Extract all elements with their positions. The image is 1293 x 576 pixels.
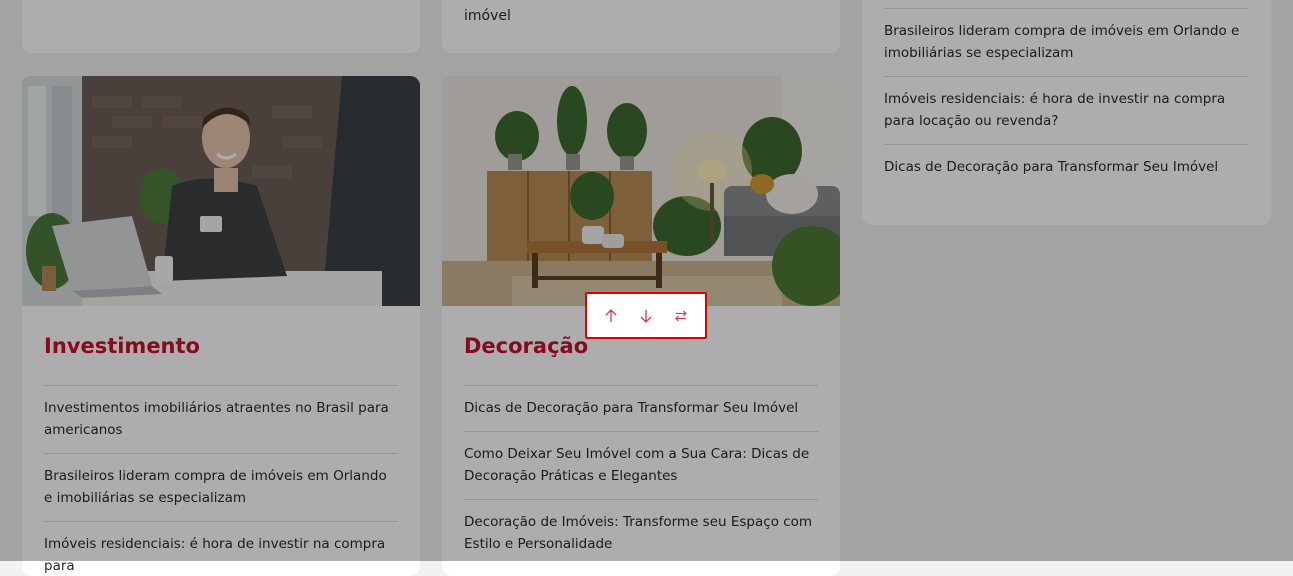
arrow-down-icon: [640, 309, 652, 323]
article-link-text[interactable]: Decoração de Imóveis: Transforme seu Esp…: [464, 514, 812, 552]
investimento-photo[interactable]: [22, 76, 420, 306]
category-title[interactable]: Decoração: [464, 334, 588, 358]
article-card-top-middle: imóvel: [442, 0, 840, 53]
category-article-link[interactable]: Imóveis residenciais: é hora de investir…: [44, 521, 398, 576]
category-card-investimento: Investimento Investimentos imobiliários …: [22, 76, 420, 576]
category-title[interactable]: Investimento: [44, 334, 200, 358]
category-article-link[interactable]: Brasileiros lideram compra de imóveis em…: [44, 453, 398, 521]
move-up-button[interactable]: [596, 301, 626, 331]
sidebar-article-list: Brasileiros lideram compra de imóveis em…: [884, 8, 1249, 190]
article-link-text[interactable]: Como Deixar Seu Imóvel com a Sua Cara: D…: [464, 446, 809, 484]
article-link-text[interactable]: Imóveis residenciais: é hora de investir…: [44, 536, 385, 574]
article-card-top-left: [22, 0, 420, 53]
swap-icon: [675, 310, 688, 321]
category-article-link[interactable]: Como Deixar Seu Imóvel com a Sua Cara: D…: [464, 431, 818, 499]
category-article-link[interactable]: Decoração de Imóveis: Transforme seu Esp…: [464, 499, 818, 567]
arrow-up-icon: [605, 308, 617, 322]
card-text-fragment[interactable]: imóvel: [464, 6, 511, 26]
sidebar-article-link[interactable]: Dicas de Decoração para Transformar Seu …: [884, 144, 1249, 190]
decoracao-photo[interactable]: [442, 76, 840, 306]
article-link-text[interactable]: Brasileiros lideram compra de imóveis em…: [44, 468, 387, 506]
man-at-laptop-image: [22, 76, 420, 306]
article-link-text[interactable]: Investimentos imobiliários atraentes no …: [44, 400, 389, 438]
sidebar-card: Brasileiros lideram compra de imóveis em…: [862, 0, 1271, 225]
living-room-image: [442, 76, 840, 306]
category-article-link[interactable]: Investimentos imobiliários atraentes no …: [44, 385, 398, 453]
article-link-text[interactable]: Brasileiros lideram compra de imóveis em…: [884, 23, 1239, 61]
swap-button[interactable]: [666, 301, 696, 331]
article-link-text[interactable]: Dicas de Decoração para Transformar Seu …: [884, 159, 1218, 175]
category-article-list: Investimentos imobiliários atraentes no …: [44, 385, 398, 576]
reorder-toolbar: [585, 292, 707, 339]
sidebar-article-link[interactable]: Brasileiros lideram compra de imóveis em…: [884, 8, 1249, 76]
sidebar-article-link[interactable]: Imóveis residenciais: é hora de investir…: [884, 76, 1249, 144]
category-article-link[interactable]: Dicas de Decoração para Transformar Seu …: [464, 385, 818, 431]
category-article-list: Dicas de Decoração para Transformar Seu …: [464, 385, 818, 567]
article-link-text[interactable]: Imóveis residenciais: é hora de investir…: [884, 91, 1225, 129]
move-down-button[interactable]: [631, 301, 661, 331]
article-link-text[interactable]: Dicas de Decoração para Transformar Seu …: [464, 400, 798, 416]
